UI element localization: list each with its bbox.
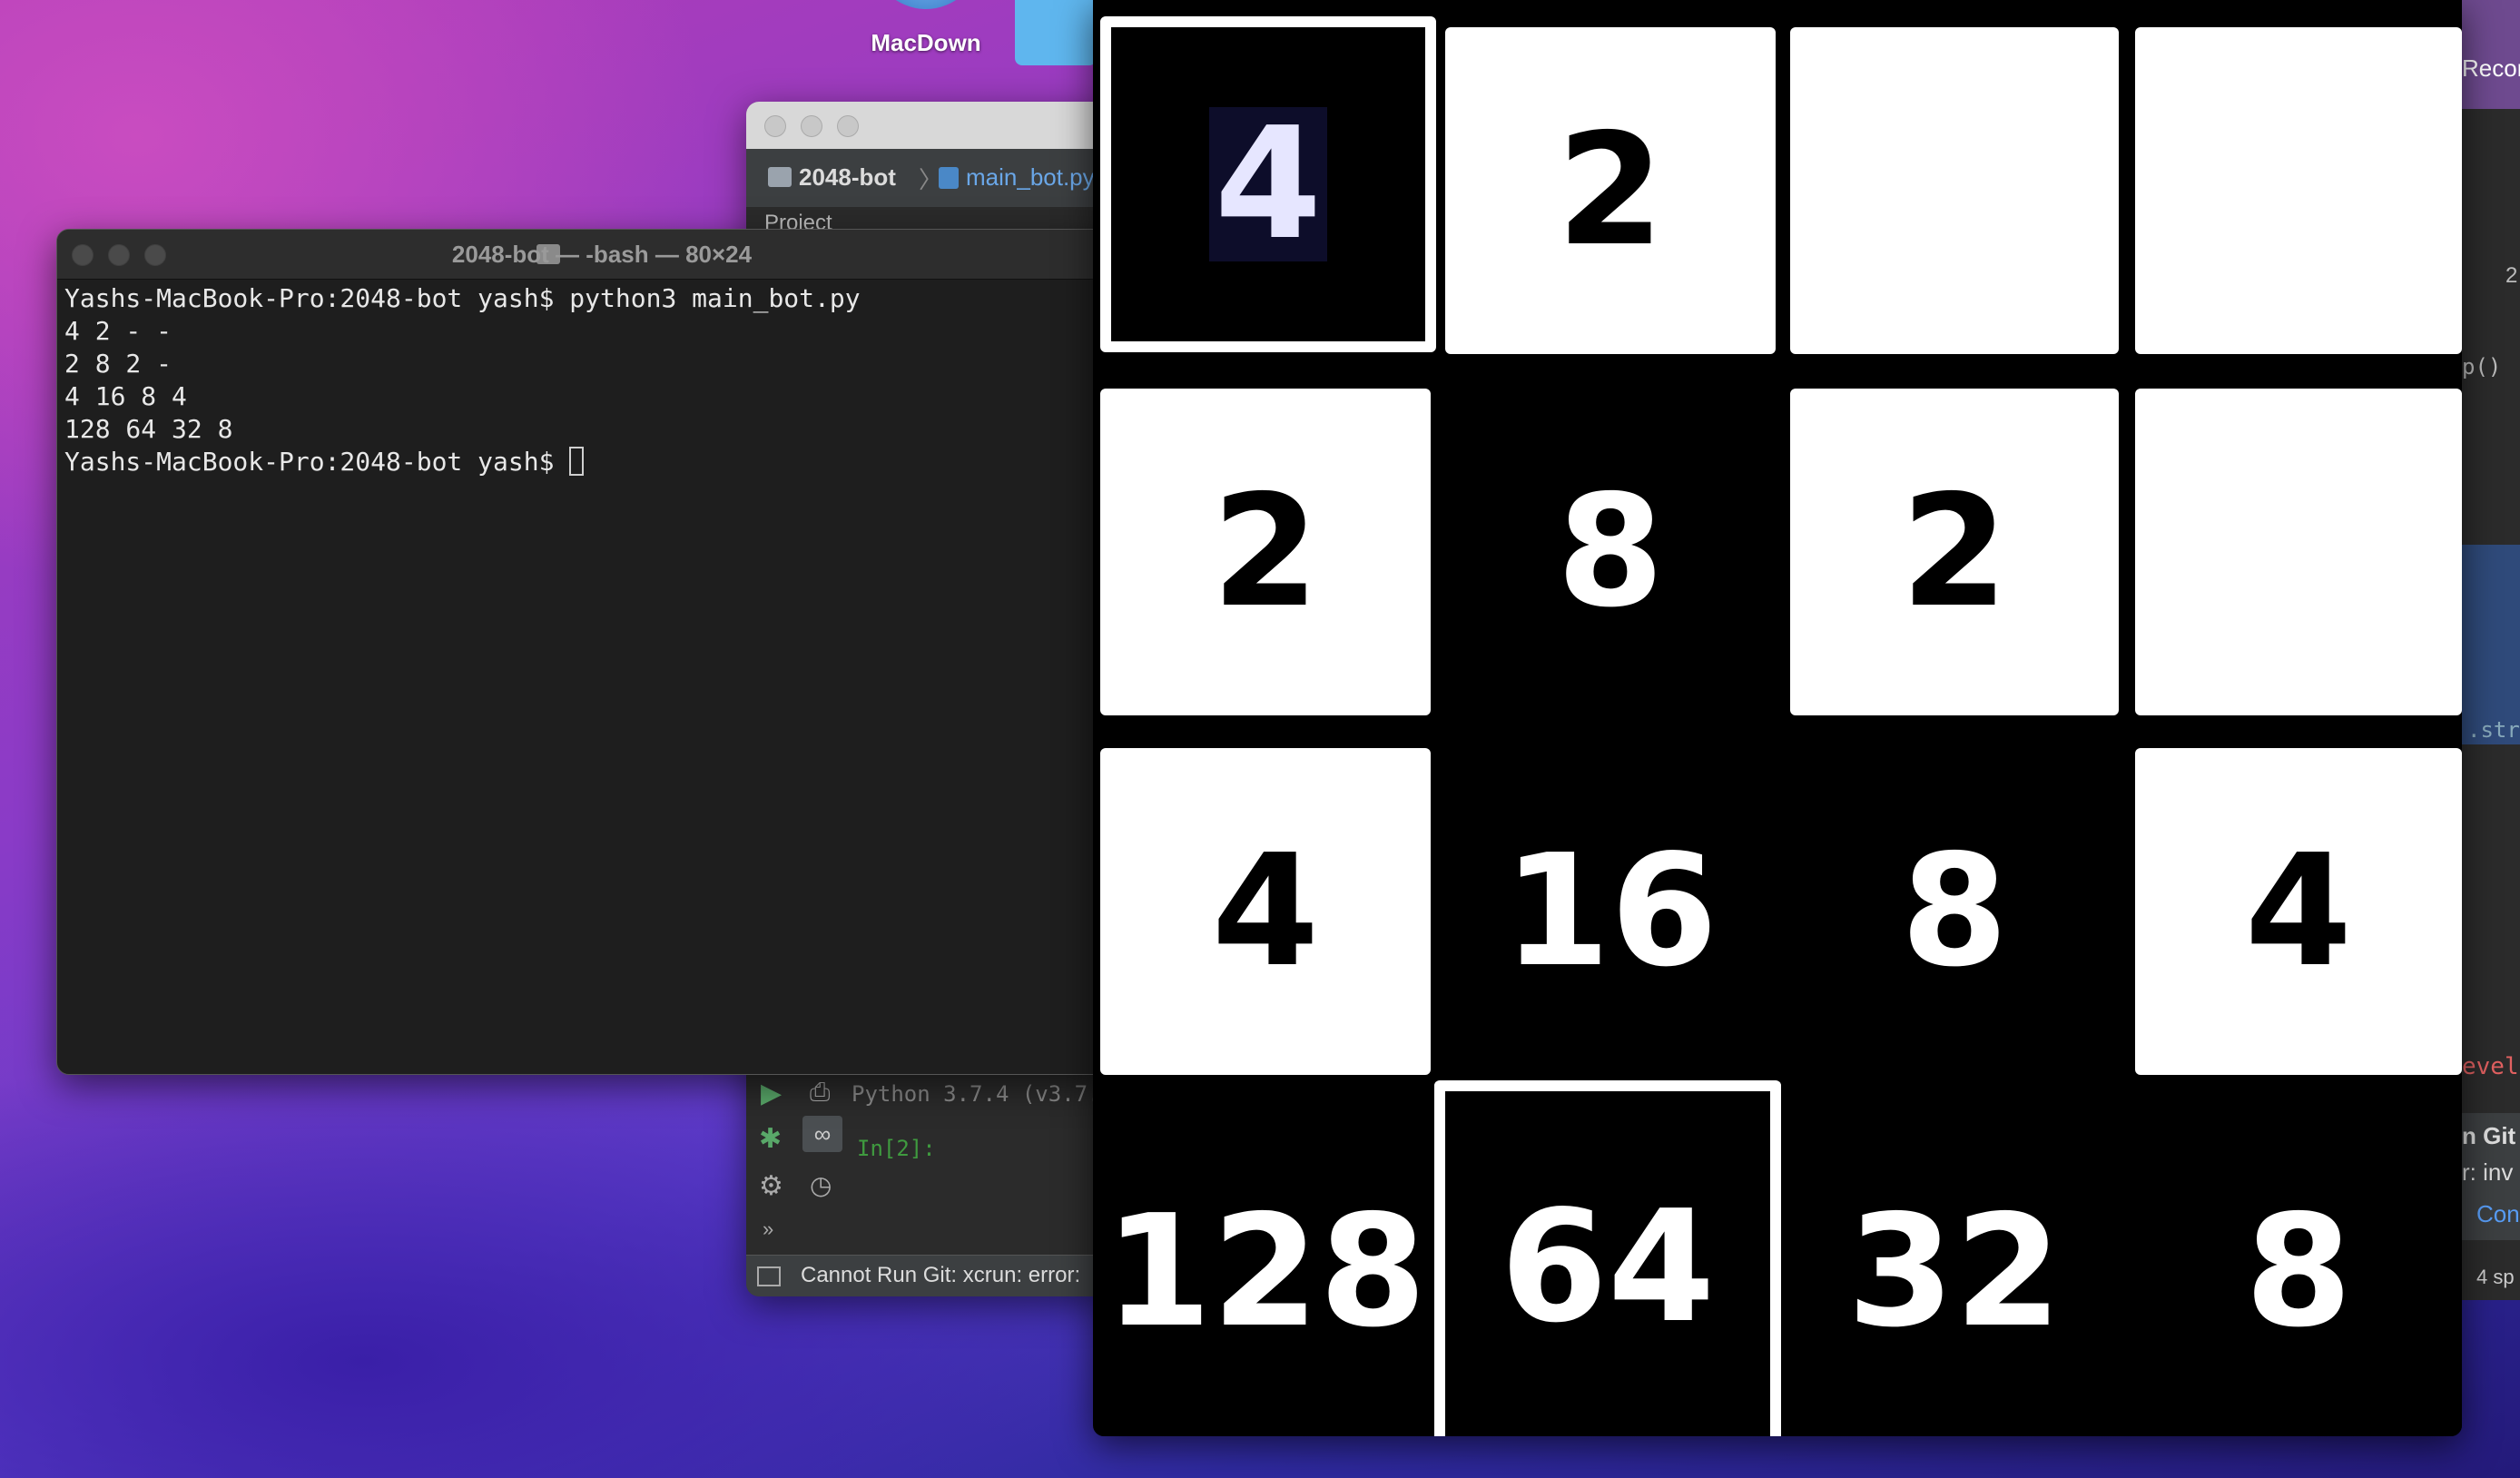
board-tile: 4	[1100, 16, 1436, 352]
board-tile: 8	[1790, 748, 2119, 1075]
tile-value: 16	[1502, 822, 1718, 1001]
minimize-button[interactable]	[801, 115, 822, 137]
tile-value: 32	[1846, 1182, 2062, 1362]
tile-value: 128	[1104, 1182, 1427, 1362]
board-tile: 4	[1100, 748, 1431, 1075]
python-console: ▶ ⎙ ✱ ∞ ⚙ ◷ » Python 3.7.4 (v3.7. In[2]:	[746, 1064, 1109, 1256]
board-tile: 4	[2135, 748, 2462, 1075]
terminal-output[interactable]: Yashs-MacBook-Pro:2048-bot yash$ python3…	[64, 282, 1110, 1074]
notification-text: r: inv	[2462, 1158, 2514, 1186]
macdown-app-label[interactable]: MacDown	[853, 29, 999, 57]
board-tile	[1790, 27, 2119, 354]
more-icon[interactable]: »	[763, 1217, 773, 1241]
glasses-icon[interactable]: ∞	[802, 1116, 842, 1152]
board-tile: 8	[1445, 389, 1776, 715]
board-tile	[2135, 27, 2462, 354]
desktop-folder-icon[interactable]	[1015, 0, 1097, 65]
board-tile: 2	[1445, 27, 1776, 354]
tile-value: 8	[1556, 462, 1665, 642]
ide-statusbar: Cannot Run Git: xcrun: error:	[746, 1255, 1109, 1296]
board-tile: 32	[1790, 1108, 2119, 1436]
tile-value: 4	[1211, 822, 1320, 1001]
terminal-line: 4 2 - -	[64, 316, 172, 346]
tile-value: 2	[1211, 462, 1320, 642]
debug-icon[interactable]: ✱	[759, 1123, 782, 1155]
terminal-titlebar: 2048-bot — -bash — 80×24	[57, 230, 1110, 280]
terminal-prompt-line[interactable]: Yashs-MacBook-Pro:2048-bot yash$	[64, 446, 1110, 478]
terminal-line: 4 16 8 4	[64, 381, 187, 411]
tile-value: 8	[1900, 822, 2009, 1001]
board-tile	[2135, 389, 2462, 715]
text-cursor	[569, 447, 585, 476]
ide-breadcrumb: 2048-bot 〉 main_bot.py	[746, 149, 1109, 208]
gear-icon[interactable]: ⚙	[759, 1170, 783, 1202]
console-prompt[interactable]: In[2]:	[857, 1136, 936, 1161]
folder-icon	[768, 167, 792, 187]
tile-value: 4	[2244, 822, 2353, 1001]
breadcrumb-file[interactable]: main_bot.py	[966, 163, 1095, 192]
tile-value: 4	[1208, 107, 1328, 261]
tile-value: 8	[2244, 1182, 2353, 1362]
run-icon[interactable]: ▶	[761, 1078, 782, 1109]
ide-titlebar	[746, 102, 1109, 149]
tile-value: 64	[1500, 1177, 1716, 1357]
board-tile: 16	[1445, 748, 1776, 1075]
print-icon[interactable]: ⎙	[810, 1078, 830, 1108]
board-tile: 64	[1434, 1080, 1781, 1436]
notification-popup[interactable]: n Git r: inv Con	[2462, 1113, 2520, 1240]
macdown-app-icon[interactable]	[871, 0, 980, 9]
zoom-button[interactable]	[837, 115, 859, 137]
right-window-title: Recor	[2462, 54, 2520, 82]
tile-value: 2	[1900, 462, 2009, 642]
status-fragment: 4 sp	[2476, 1266, 2515, 1288]
terminal-title: 2048-bot — -bash — 80×24	[451, 241, 753, 268]
right-window-header: Recor	[2458, 0, 2520, 109]
board-tile: 8	[2135, 1108, 2462, 1436]
terminal-line: 128 64 32 8	[64, 414, 233, 444]
right-window: Recor 2 p() .str evel n Git r: inv Con 4…	[2458, 0, 2520, 1300]
terminal-window[interactable]: 2048-bot — -bash — 80×24 Yashs-MacBook-P…	[56, 229, 1111, 1075]
board-tile: 2	[1100, 389, 1431, 715]
python-file-icon	[939, 167, 959, 189]
board-tile: 2	[1790, 389, 2119, 715]
tile-value: 2	[1556, 101, 1665, 281]
terminal-line: 2 8 2 -	[64, 349, 172, 379]
code-fragment: p()	[2462, 354, 2502, 379]
game-board-window: 4 2 2 8 2 4 16 8 4 128 64 32 8	[1093, 0, 2462, 1436]
notification-title: n Git	[2462, 1122, 2516, 1149]
board-tile: 128	[1100, 1108, 1431, 1436]
breadcrumb-project[interactable]: 2048-bot	[799, 163, 896, 192]
close-button[interactable]	[764, 115, 786, 137]
status-message: Cannot Run Git: xcrun: error:	[801, 1263, 1081, 1287]
notification-link[interactable]: Con	[2476, 1200, 2520, 1228]
panel-toggle-icon[interactable]	[757, 1266, 781, 1286]
selection-highlight: .str	[2458, 545, 2520, 744]
history-icon[interactable]: ◷	[810, 1170, 832, 1200]
code-fragment: .str	[2467, 717, 2520, 743]
text-fragment: 2	[2505, 263, 2518, 288]
code-fragment: evel	[2462, 1053, 2519, 1080]
console-version: Python 3.7.4 (v3.7.	[851, 1081, 1101, 1107]
terminal-line: Yashs-MacBook-Pro:2048-bot yash$ python3…	[64, 283, 861, 313]
terminal-prompt: Yashs-MacBook-Pro:2048-bot yash$	[64, 447, 570, 477]
